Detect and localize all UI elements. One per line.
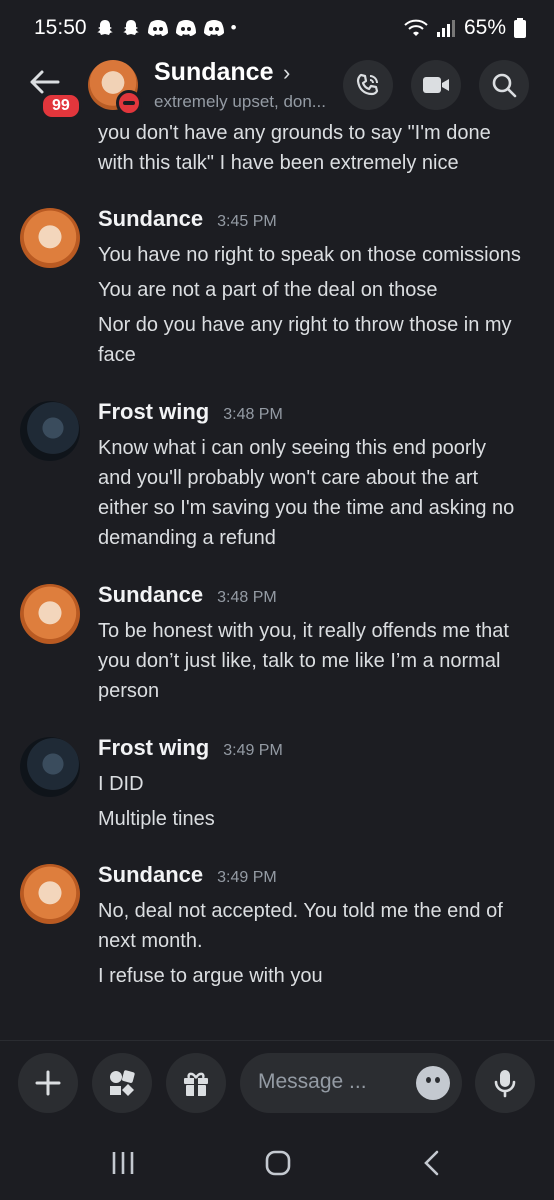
message-line: To be honest with you, it really offends…: [98, 620, 509, 642]
message-author[interactable]: Sundance: [98, 862, 203, 888]
add-attachment-button[interactable]: [18, 1053, 78, 1113]
message-header: Frost wing 3:48 PM: [98, 399, 283, 425]
custom-status: extremely upset, don...: [154, 92, 326, 111]
gift-icon: [184, 1072, 208, 1096]
message-timestamp: 3:49 PM: [217, 869, 277, 886]
message-author[interactable]: Frost wing: [98, 399, 209, 425]
message-line: Nor do you have any right to throw those…: [98, 314, 512, 336]
avatar[interactable]: [20, 864, 80, 924]
chat-header: 99 Sundance › extremely upset, don...: [0, 56, 554, 124]
discord-icon: [147, 20, 168, 36]
message-line: you don’t just like, talk to me like I’m…: [98, 650, 501, 672]
message-author[interactable]: Frost wing: [98, 735, 209, 761]
message-timestamp: 3:48 PM: [223, 406, 283, 423]
avatar[interactable]: [20, 401, 80, 461]
more-notifications-dot: •: [230, 18, 237, 37]
message-line: face: [98, 344, 136, 366]
recent-apps-button[interactable]: [110, 1150, 136, 1181]
search-button[interactable]: [479, 60, 529, 110]
message-timestamp: 3:49 PM: [223, 742, 283, 759]
gift-button[interactable]: [166, 1053, 226, 1113]
message-line: You have no right to speak on those comi…: [98, 244, 521, 266]
message-line: demanding a refund: [98, 527, 276, 549]
message-timestamp: 3:48 PM: [217, 589, 277, 606]
message-line: You are not a part of the deal on those: [98, 279, 438, 301]
message-timestamp: 3:45 PM: [217, 213, 277, 230]
message-line: person: [98, 680, 160, 702]
back-nav-button[interactable]: [422, 1150, 442, 1181]
snapchat-icon: [122, 20, 139, 35]
search-icon: [492, 73, 517, 98]
snapchat-icon: [96, 20, 113, 35]
status-bar: 15:50 • 65%: [0, 0, 554, 56]
notification-icons: •: [95, 18, 237, 38]
message-header: Sundance 3:45 PM: [98, 206, 277, 232]
status-bar-right: 65%: [404, 16, 526, 40]
message-line: with this talk" I have been extremely ni…: [98, 152, 459, 174]
message-input[interactable]: Message ...: [240, 1053, 462, 1113]
message-line: No, deal not accepted. You told me the e…: [98, 900, 503, 922]
avatar[interactable]: [20, 737, 80, 797]
microphone-icon: [494, 1070, 516, 1098]
message-line: next month.: [98, 930, 203, 952]
home-button[interactable]: [265, 1150, 291, 1181]
video-camera-icon: [423, 77, 449, 93]
status-bar-left: 15:50 •: [34, 16, 237, 40]
message-header: Sundance 3:49 PM: [98, 862, 277, 888]
discord-icon: [175, 20, 196, 36]
phone-icon: [356, 73, 379, 96]
message-list[interactable]: you don't have any grounds to say "I'm d…: [0, 118, 554, 1038]
discord-icon: [203, 20, 224, 36]
message-line: I DID: [98, 773, 144, 795]
channel-name[interactable]: Sundance: [154, 58, 273, 87]
system-navigation-bar: [0, 1132, 554, 1200]
plus-icon: [35, 1070, 61, 1096]
message-author[interactable]: Sundance: [98, 206, 203, 232]
battery-percent: 65%: [463, 16, 506, 39]
voice-message-button[interactable]: [475, 1053, 535, 1113]
message-line: Multiple tines: [98, 808, 215, 830]
message-line: and you'll probably won't care about the…: [98, 467, 479, 489]
dnd-status-icon: [116, 90, 142, 116]
message-line: you don't have any grounds to say "I'm d…: [98, 122, 491, 144]
chevron-left-icon: [424, 1150, 439, 1176]
message-line: either so I'm saving you the time and as…: [98, 497, 515, 519]
message-header: Frost wing 3:49 PM: [98, 735, 283, 761]
clock: 15:50: [34, 16, 87, 39]
message-line: Know what i can only seeing this end poo…: [98, 437, 487, 459]
recent-apps-icon: [112, 1152, 134, 1174]
home-icon: [265, 1150, 291, 1176]
video-call-button[interactable]: [411, 60, 461, 110]
unread-badge: 99: [40, 92, 82, 120]
message-input-placeholder: Message ...: [258, 1070, 367, 1093]
avatar[interactable]: [20, 208, 80, 268]
message-composer: Message ...: [0, 1040, 554, 1133]
avatar[interactable]: [20, 584, 80, 644]
battery-icon: [514, 18, 526, 38]
chevron-right-icon[interactable]: ›: [283, 60, 290, 86]
apps-icon: [110, 1070, 135, 1096]
apps-button[interactable]: [92, 1053, 152, 1113]
emoji-icon[interactable]: [416, 1066, 450, 1100]
wifi-icon: [404, 19, 428, 36]
message-header: Sundance 3:48 PM: [98, 582, 277, 608]
message-author[interactable]: Sundance: [98, 582, 203, 608]
signal-icon: [436, 20, 455, 37]
voice-call-button[interactable]: [343, 60, 393, 110]
message-line: I refuse to argue with you: [98, 965, 323, 987]
